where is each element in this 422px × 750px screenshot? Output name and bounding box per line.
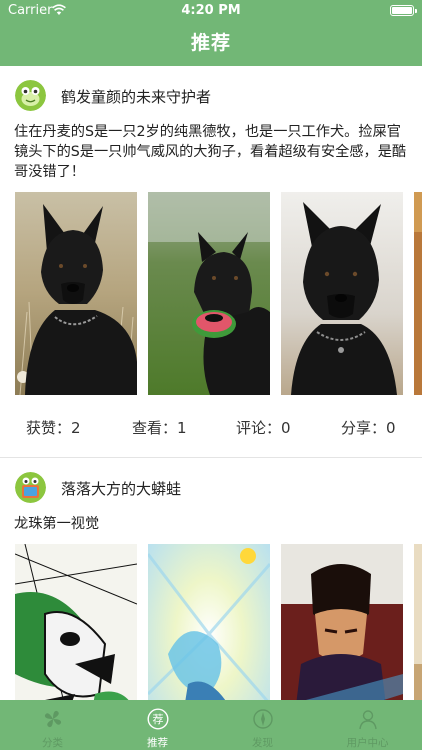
- post-photo-partial[interactable]: [414, 192, 422, 395]
- photo-image: [414, 192, 422, 395]
- post-photo[interactable]: [15, 544, 137, 700]
- post-header: 鹤发童颜的未来守护者: [0, 66, 422, 122]
- shares-count[interactable]: 分享：0: [341, 417, 396, 438]
- post-photo[interactable]: [281, 544, 403, 700]
- category-icon: [44, 710, 62, 728]
- photo-image: [414, 544, 422, 700]
- nav-bar: 推荐: [0, 22, 422, 66]
- post-photo-partial[interactable]: [414, 544, 422, 700]
- author-name[interactable]: 鹤发童颜的未来守护者: [61, 86, 211, 107]
- tab-label: 用户中心: [346, 737, 389, 749]
- avatar[interactable]: [15, 472, 46, 503]
- frog-avatar-icon: [15, 80, 46, 111]
- battery-icon: [390, 5, 417, 16]
- status-bar: Carrier 4:20 PM: [0, 0, 422, 22]
- post-text: 龙珠第一视觉: [14, 516, 100, 532]
- page-title: 推荐: [190, 32, 231, 54]
- manga-photo-image: [281, 544, 403, 700]
- tab-user-center[interactable]: 用户中心: [315, 700, 420, 750]
- svg-text:荐: 荐: [153, 713, 164, 726]
- post-header: 落落大方的大蟒蛙: [0, 458, 422, 514]
- post-photo[interactable]: [281, 192, 403, 395]
- discover-icon: [253, 709, 273, 729]
- tab-label: 分类: [42, 737, 63, 749]
- views-count: 查看：1: [132, 419, 187, 437]
- frog-avatar-icon: [15, 472, 46, 503]
- author-name[interactable]: 落落大方的大蟒蛙: [61, 478, 181, 499]
- recommend-icon: 荐: [147, 708, 169, 730]
- post-photo[interactable]: [148, 544, 270, 700]
- post-stats: 获赞：2 查看：1 评论：0 分享：0: [0, 395, 422, 457]
- tab-label: 发现: [252, 737, 273, 749]
- manga-photo-image: [15, 544, 137, 700]
- manga-photo-image: [148, 544, 270, 700]
- post-photo[interactable]: [15, 192, 137, 395]
- feed-list[interactable]: 鹤发童颜的未来守护者 住在丹麦的S是一只2岁的纯黑德牧，也是一只工作犬。捡屎官镜…: [0, 66, 422, 700]
- dog-photo-image: [281, 192, 403, 395]
- user-icon: [359, 710, 377, 730]
- tab-label: 推荐: [147, 737, 168, 749]
- image-gallery[interactable]: [0, 544, 422, 700]
- dog-photo-image: [15, 192, 137, 395]
- tab-category[interactable]: 分类: [0, 700, 105, 750]
- dog-photo-image: [148, 192, 270, 395]
- tab-discover[interactable]: 发现: [210, 700, 315, 750]
- tab-recommend[interactable]: 荐 推荐: [105, 700, 210, 750]
- post-text: 住在丹麦的S是一只2岁的纯黑德牧，也是一只工作犬。捡屎官镜头下的S是一只帅气威风…: [14, 124, 407, 180]
- post-card[interactable]: 鹤发童颜的未来守护者 住在丹麦的S是一只2岁的纯黑德牧，也是一只工作犬。捡屎官镜…: [0, 66, 422, 457]
- comments-count[interactable]: 评论：0: [236, 417, 291, 438]
- avatar[interactable]: [15, 80, 46, 111]
- tab-bar: 分类 荐 推荐 发现 用户中心: [0, 700, 422, 750]
- image-gallery[interactable]: [0, 192, 422, 395]
- post-card[interactable]: 落落大方的大蟒蛙 龙珠第一视觉: [0, 458, 422, 700]
- likes-count[interactable]: 获赞：2: [26, 417, 81, 438]
- post-photo[interactable]: [148, 192, 270, 395]
- clock: 4:20 PM: [181, 3, 241, 18]
